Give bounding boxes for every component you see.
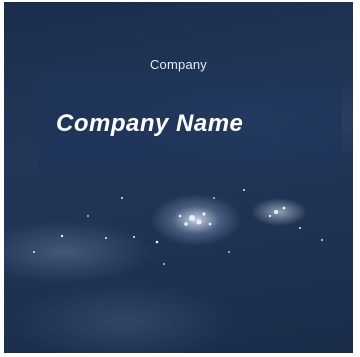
company-name-heading: Company Name [56,110,244,137]
company-card[interactable]: Company Company Name [4,2,353,353]
title-panel: Company Name [37,76,342,169]
company-eyebrow-label: Company [149,57,208,72]
city-lights-background-image [33,189,323,265]
